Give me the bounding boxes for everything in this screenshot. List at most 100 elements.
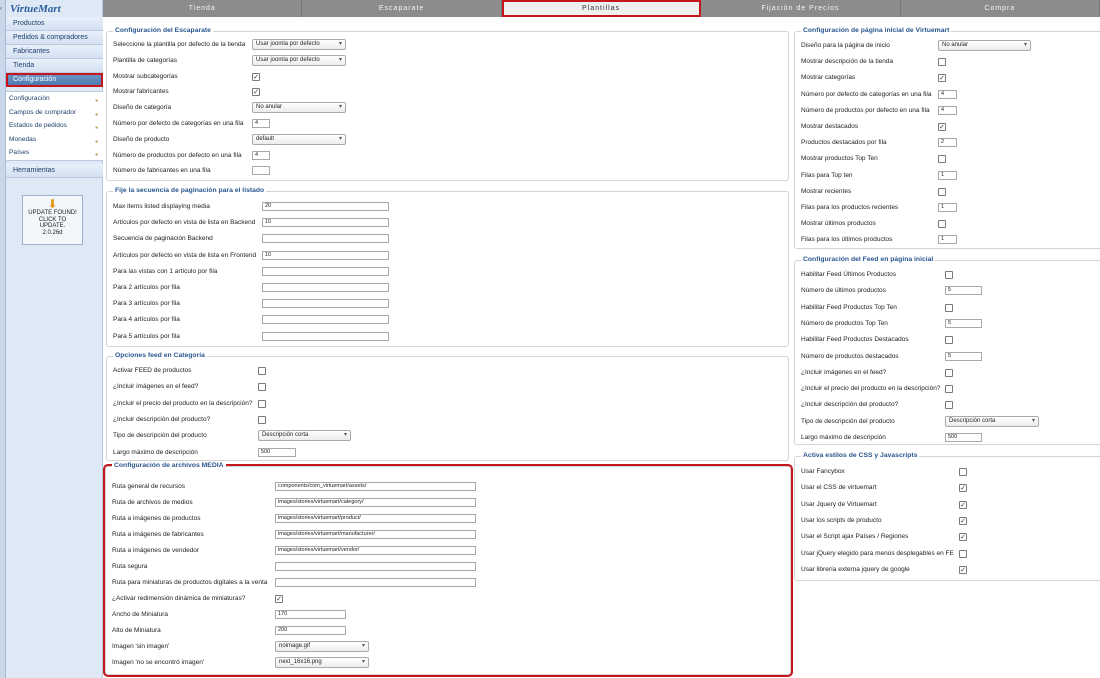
inicio-checkbox[interactable]: ✓ [938, 74, 946, 83]
sidebar-item-herramientas[interactable]: Herramientas [6, 164, 103, 178]
sidebar-subitem-0[interactable]: Configuración ▪ [6, 92, 103, 106]
feed_categoria-checkbox[interactable] [258, 399, 266, 408]
feed_inicio-input[interactable]: 500 [945, 433, 982, 442]
media-input[interactable]: images/stories/virtuemart/manufacturer/ [275, 530, 476, 539]
inicio-input[interactable]: 4 [938, 105, 957, 115]
sidebar-item-3[interactable]: Tienda [6, 59, 103, 73]
media-input[interactable] [275, 578, 476, 587]
feed_inicio-input[interactable]: 5 [945, 286, 982, 296]
media-row-label: Ruta segura [112, 563, 148, 570]
feed_inicio-checkbox[interactable] [945, 385, 953, 394]
paginacion-input[interactable] [262, 234, 389, 244]
inicio-input[interactable]: 1 [938, 203, 957, 212]
inicio-checkbox[interactable] [938, 187, 946, 196]
feed_inicio-input[interactable]: 5 [945, 351, 982, 361]
inicio-checkbox[interactable] [938, 155, 946, 164]
feed_inicio-select[interactable]: Descripción corta ▾ [945, 415, 1039, 427]
update-found-button[interactable]: ⬇ UPDATE FOUND! CLICK TO UPDATE. 2.0.26d [22, 195, 83, 245]
paginacion-input[interactable]: 10 [262, 218, 389, 228]
media-select-value: next_16x16.png [279, 659, 322, 665]
inicio-input[interactable]: 2 [938, 138, 957, 148]
sidebar-item-0[interactable]: Productos [6, 17, 103, 31]
inicio-input[interactable]: 1 [938, 170, 957, 180]
sidebar-tools-section: Herramientas [6, 164, 103, 178]
paginacion-input[interactable] [262, 315, 389, 325]
inicio-input[interactable]: 4 [938, 89, 957, 99]
inicio-row-label: Filas para Top ten [801, 171, 853, 179]
escaparate-input[interactable]: 4 [252, 119, 270, 128]
media-input[interactable]: 170 [275, 610, 346, 619]
media-input[interactable]: images/stories/virtuemart/product/ [275, 514, 476, 523]
config-tabs: Tienda Escaparate Plantillas Fijación de Pr… [103, 0, 1100, 17]
feed_inicio-row-label: ¿Incluir imágenes en el feed? [801, 368, 887, 376]
sidebar-subitem-2[interactable]: Estados de pedidos ▪ [6, 119, 103, 133]
feed_inicio-checkbox[interactable] [945, 303, 953, 312]
inicio-checkbox[interactable] [938, 220, 946, 229]
css_js-checkbox[interactable]: ✓ [959, 565, 967, 574]
tab-0[interactable]: Tienda [103, 0, 303, 17]
tab-2[interactable]: Plantillas [501, 0, 702, 17]
feed_categoria-checkbox[interactable] [258, 415, 266, 424]
feed_inicio-row-label: Número de últimos productos [801, 287, 886, 295]
tab-4[interactable]: Compra [901, 0, 1100, 17]
escaparate-checkbox[interactable]: ✓ [252, 88, 260, 97]
paginacion-input[interactable] [262, 299, 389, 309]
inicio-row-label: Mostrar productos Top Ten [801, 155, 878, 163]
feed_categoria-select[interactable]: Descripción corta ▾ [258, 430, 351, 442]
css_js-checkbox[interactable]: ✓ [959, 516, 967, 525]
css_js-checkbox[interactable] [959, 549, 967, 558]
sidebar-subitem-1[interactable]: Campos de comprador ▪ [6, 106, 103, 120]
feed_categoria-input[interactable]: 500 [258, 447, 296, 457]
feed_inicio-checkbox[interactable] [945, 271, 953, 279]
inicio-row-label: Mostrar destacados [801, 123, 859, 130]
feed_categoria-checkbox[interactable] [258, 383, 266, 392]
escaparate-input[interactable]: 4 [252, 150, 270, 160]
css_js-checkbox[interactable] [959, 468, 967, 476]
css_js-checkbox[interactable]: ✓ [959, 500, 967, 509]
escaparate-select[interactable]: No anular ▾ [252, 102, 346, 114]
escaparate-input[interactable] [252, 166, 270, 176]
paginacion-input[interactable] [262, 283, 389, 292]
css_js-checkbox[interactable]: ✓ [959, 533, 967, 542]
css_js-checkbox[interactable]: ✓ [959, 484, 967, 493]
sidebar-subitem-4[interactable]: Países ▪ [6, 146, 103, 160]
media-select[interactable]: noimage.gif ▾ [275, 641, 369, 652]
feed_inicio-checkbox[interactable] [945, 368, 953, 377]
sidebar-item-1[interactable]: Pedidos & compradores [6, 31, 103, 45]
sidebar-item-2[interactable]: Fabricantes [6, 45, 103, 59]
inicio-input[interactable]: 1 [938, 235, 957, 245]
chevron-down-icon: ▾ [361, 659, 365, 665]
escaparate-select-value: No anular [256, 104, 283, 111]
inicio-checkbox[interactable]: ✓ [938, 123, 946, 131]
css_js-row-label: Usar el CSS de virtuemart [801, 484, 877, 492]
media-input[interactable]: images/stories/virtuemart/vendor/ [275, 546, 476, 555]
escaparate-select[interactable]: Usar joomla por defecto ▾ [252, 54, 346, 66]
paginacion-input[interactable] [262, 266, 389, 276]
sidebar-item-4[interactable]: Configuración [6, 73, 103, 87]
feed_inicio-row-label: Habilitar Feed Productos Destacados [801, 336, 909, 344]
fieldset-title: Opciones feed en Categoría [113, 352, 207, 359]
inicio-row-label: Número por defecto de categorías en una … [801, 90, 932, 98]
media-input[interactable] [275, 562, 476, 571]
feed_inicio-input[interactable]: 5 [945, 318, 982, 328]
feed_inicio-checkbox[interactable] [945, 401, 953, 410]
escaparate-checkbox[interactable]: ✓ [252, 72, 260, 81]
inicio-checkbox[interactable] [938, 58, 946, 67]
paginacion-input[interactable] [262, 331, 389, 341]
paginacion-input[interactable]: 20 [262, 202, 389, 211]
sidebar-subitem-3[interactable]: Monedas ▪ [6, 133, 103, 147]
media-input[interactable]: images/stories/virtuemart/category/ [275, 498, 476, 507]
chevron-down-icon: ▾ [338, 56, 342, 63]
feed_categoria-checkbox[interactable] [258, 367, 266, 375]
media-select[interactable]: next_16x16.png ▾ [275, 657, 369, 668]
media-input[interactable]: 200 [275, 626, 346, 635]
media-input[interactable]: components/com_virtuemart/assets/ [275, 482, 476, 491]
tab-1[interactable]: Escaparate [302, 0, 502, 17]
paginacion-input[interactable]: 10 [262, 250, 389, 260]
escaparate-select[interactable]: Usar joomla por defecto ▾ [252, 39, 346, 50]
tab-3[interactable]: Fijación de Precios [701, 0, 901, 17]
media-checkbox[interactable]: ✓ [275, 595, 283, 603]
feed_inicio-checkbox[interactable] [945, 336, 953, 345]
inicio-select[interactable]: No anular ▾ [938, 40, 1031, 51]
escaparate-select[interactable]: default ▾ [252, 133, 346, 145]
